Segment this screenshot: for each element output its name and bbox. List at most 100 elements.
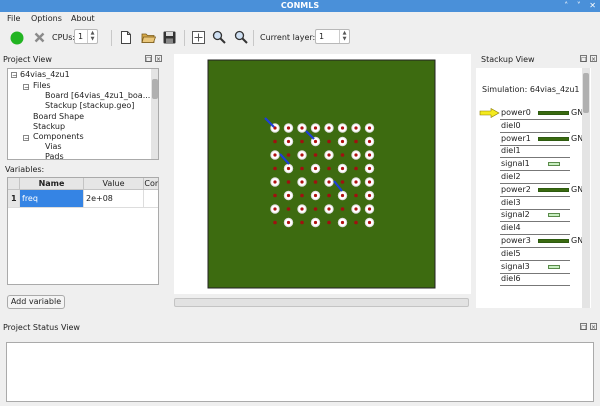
cpus-label: CPUs: [52, 33, 76, 42]
save-icon[interactable] [163, 31, 176, 44]
via-hole [367, 220, 372, 225]
stackup-layer-diel5[interactable]: diel5 [476, 248, 591, 261]
via-hole [354, 180, 358, 184]
float-panel-icon[interactable]: □ [145, 55, 152, 63]
stackup-layer-diel3[interactable]: diel3 [476, 197, 591, 210]
stackup-layer-signal1[interactable]: signal1 [476, 158, 591, 172]
close-window-icon[interactable]: ✕ [589, 1, 596, 10]
layer-name: power3 [501, 236, 531, 245]
tree-scrollbar[interactable] [151, 69, 158, 159]
stackup-layer-power3[interactable]: power3 GND [476, 235, 591, 248]
stackup-layer-diel0[interactable]: diel0 [476, 120, 591, 133]
variable-name-cell[interactable]: freq [20, 190, 84, 208]
tree-board-file[interactable]: Board [64vias_4zu1_boa... [45, 91, 150, 101]
tree-root[interactable]: 64vias_4zu1 [20, 70, 70, 80]
via-hole [354, 153, 358, 157]
tree-scroll-thumb[interactable] [152, 79, 158, 99]
stackup-layer-power0[interactable]: power0 GND [476, 107, 591, 120]
via-antipad [300, 220, 304, 225]
stackup-layer-signal3[interactable]: signal3 [476, 261, 591, 274]
column-header-name[interactable]: Name [20, 178, 84, 190]
stop-icon[interactable] [34, 32, 45, 43]
column-header-comment[interactable]: Com [144, 178, 158, 190]
collapse-icon[interactable]: − [23, 135, 29, 142]
layer-separator [500, 285, 570, 287]
stackup-layer-diel1[interactable]: diel1 [476, 145, 591, 159]
status-view-title: Project Status View [3, 323, 80, 332]
spin-arrows-icon[interactable]: ▲ ▼ [87, 30, 97, 43]
via-hole [367, 193, 372, 198]
via-hole [313, 166, 318, 171]
via-antipad [300, 139, 304, 144]
float-panel-icon[interactable]: □ [580, 323, 587, 331]
stackup-layer-diel6[interactable]: diel6 [476, 273, 591, 287]
via-antipad [273, 220, 277, 225]
via-hole [273, 153, 277, 157]
cpus-value: 1 [78, 32, 84, 41]
new-file-icon[interactable] [120, 30, 132, 45]
layer-name: power1 [501, 133, 531, 143]
stackup-layer-diel2[interactable]: diel2 [476, 171, 591, 184]
close-panel-icon[interactable]: × [590, 55, 597, 63]
stackup-view-title: Stackup View [481, 55, 535, 64]
float-panel-icon[interactable]: □ [580, 55, 587, 63]
layer-name: diel2 [501, 172, 521, 181]
zoom-in-icon[interactable] [212, 30, 226, 44]
via-antipad [354, 139, 358, 144]
plane-layer-bar [538, 111, 569, 115]
window-title: CONMLS [280, 1, 320, 10]
menu-options[interactable]: Options [31, 14, 62, 23]
via-hole [300, 126, 304, 130]
via-hole [286, 193, 291, 198]
cpus-spinbox[interactable]: 1 ▲ ▼ [74, 29, 98, 44]
tree-pads[interactable]: Pads [45, 152, 64, 159]
stackup-scroll-thumb[interactable] [583, 73, 589, 113]
run-icon[interactable] [10, 31, 24, 45]
tree-stackup-file[interactable]: Stackup [stackup.geo] [45, 101, 134, 111]
close-panel-icon[interactable]: × [590, 323, 597, 331]
via-antipad [327, 166, 331, 171]
tree-stackup[interactable]: Stackup [33, 122, 65, 132]
maximize-window-icon[interactable]: ˄ [564, 1, 568, 10]
board-canvas[interactable] [174, 54, 471, 294]
via-hole [367, 139, 372, 144]
open-folder-icon[interactable] [141, 31, 156, 44]
minimize-window-icon[interactable]: ˅ [577, 1, 581, 10]
via-antipad [327, 193, 331, 198]
tree-files[interactable]: Files [33, 81, 51, 91]
tree-components[interactable]: Components [33, 132, 84, 142]
via-hole [327, 207, 331, 211]
row-index: 1 [8, 190, 20, 208]
collapse-icon[interactable]: − [23, 84, 29, 91]
current-layer-spinbox[interactable]: 1 ▲ ▼ [315, 29, 350, 44]
collapse-icon[interactable]: − [11, 72, 17, 79]
stackup-scrollbar[interactable] [582, 68, 590, 308]
stackup-layer-power2[interactable]: power2 GND [476, 184, 591, 197]
variable-value-cell[interactable]: 2e+08 [84, 190, 144, 208]
stackup-layer-diel4[interactable]: diel4 [476, 222, 591, 236]
board-drawing[interactable] [174, 54, 471, 294]
tree-vias[interactable]: Vias [45, 142, 62, 152]
tree-board-shape[interactable]: Board Shape [33, 112, 84, 122]
via-hole [354, 207, 358, 211]
via-hole [313, 220, 318, 225]
via-antipad [354, 166, 358, 171]
via-hole [286, 126, 291, 130]
column-header-value[interactable]: Value [84, 178, 144, 190]
via-antipad [340, 207, 345, 211]
via-antipad [273, 139, 277, 144]
zoom-out-icon[interactable] [234, 30, 248, 44]
zoom-fit-icon[interactable] [192, 31, 205, 44]
stackup-layer-signal2[interactable]: signal2 [476, 209, 591, 223]
variable-comment-cell[interactable] [144, 190, 158, 208]
add-variable-button[interactable]: Add variable [7, 295, 65, 309]
project-tree[interactable]: − 64vias_4zu1 − Files Board [64vias_4zu1… [7, 68, 159, 160]
plane-layer-bar [538, 187, 569, 192]
close-panel-icon[interactable]: × [155, 55, 162, 63]
menu-file[interactable]: File [7, 14, 20, 23]
menu-about[interactable]: About [71, 14, 95, 23]
stackup-layer-power1[interactable]: power1 GND [476, 133, 591, 146]
via-antipad [340, 180, 345, 184]
canvas-scrollbar[interactable] [174, 298, 469, 307]
spin-arrows-icon[interactable]: ▲ ▼ [339, 30, 349, 43]
